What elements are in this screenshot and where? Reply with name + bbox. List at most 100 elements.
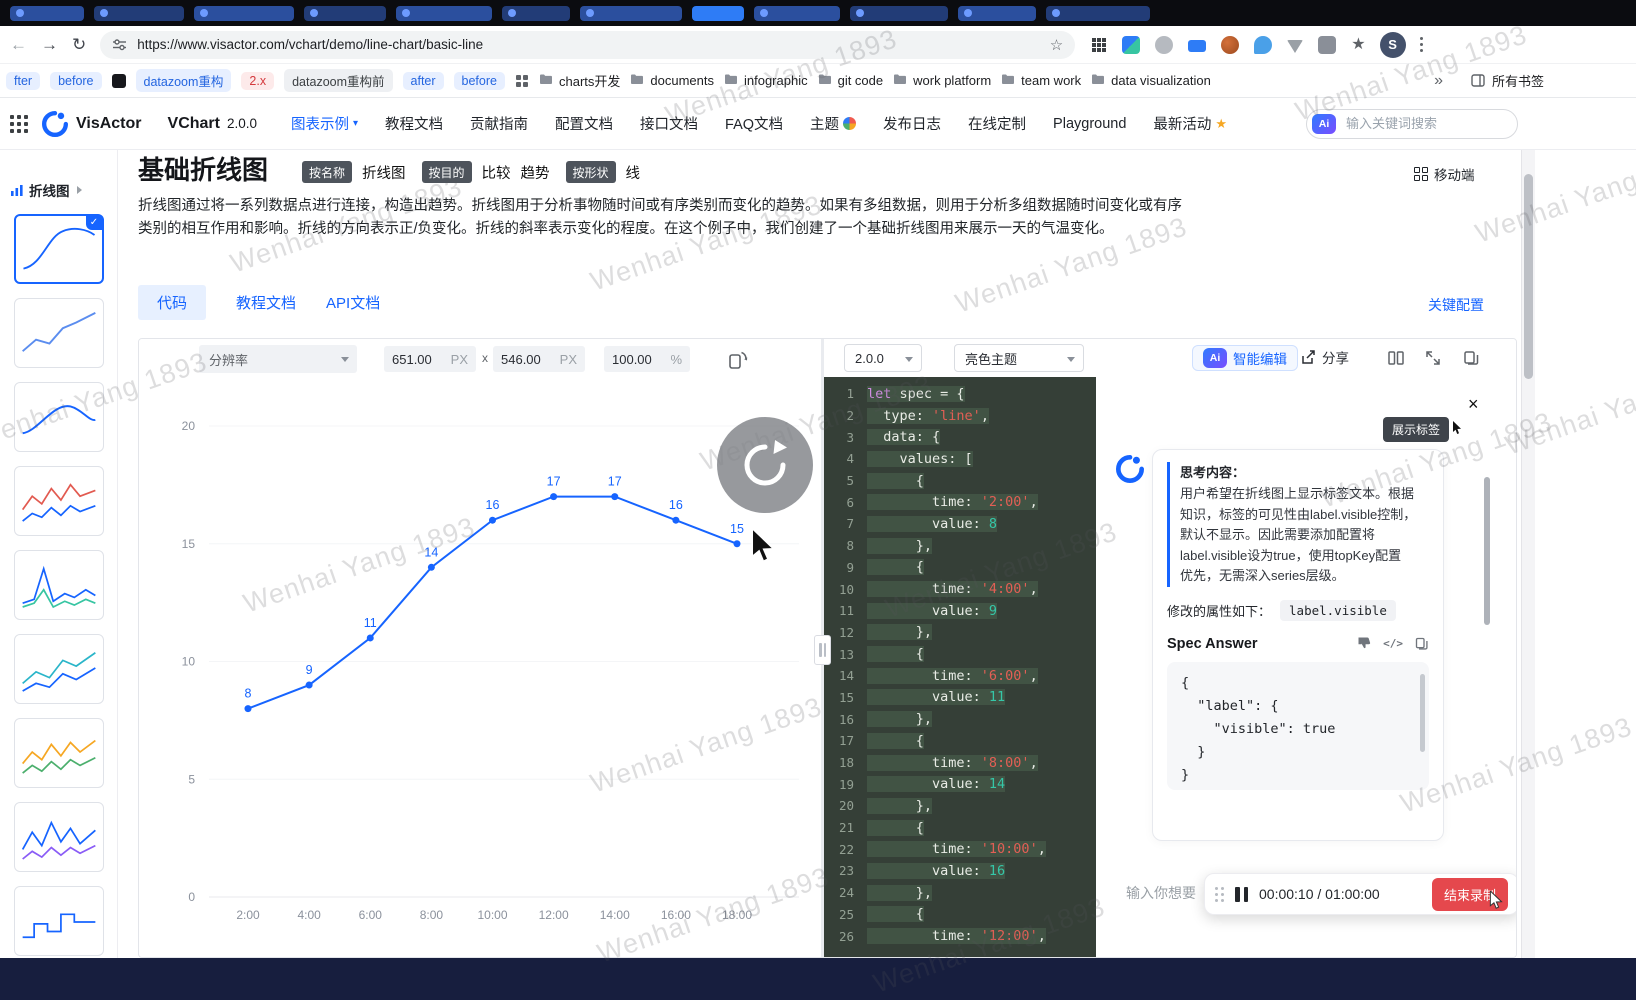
- tag-value[interactable]: 趋势: [521, 162, 550, 183]
- code-line[interactable]: 6 time: '2:00',: [824, 491, 1096, 513]
- code-line[interactable]: 18 time: '8:00',: [824, 752, 1096, 774]
- bookmark-item[interactable]: datazoom重构: [135, 69, 232, 92]
- split-view-icon[interactable]: [1386, 348, 1406, 368]
- code-editor[interactable]: 1 let spec = {2 type: 'line', 3 data: {4 v…: [824, 377, 1096, 957]
- ai-input[interactable]: 输入你想要: [1126, 883, 1196, 903]
- site-search[interactable]: Ai: [1306, 108, 1524, 139]
- tag-value[interactable]: 线: [626, 162, 641, 183]
- zoom-field[interactable]: 100.00 %: [604, 346, 690, 372]
- version-select[interactable]: 2.0.0: [844, 344, 922, 372]
- key-config-link[interactable]: 关键配置: [1428, 295, 1484, 315]
- code-line[interactable]: 4 values: [: [824, 448, 1096, 470]
- bookmark-item[interactable]: 2.x: [241, 71, 275, 90]
- brand[interactable]: VisActor: [42, 110, 142, 137]
- code-line[interactable]: 21 {: [824, 817, 1096, 839]
- extension-icon[interactable]: [1254, 35, 1273, 54]
- code-line[interactable]: 19 value: 14: [824, 773, 1096, 795]
- copy-icon[interactable]: [1414, 636, 1429, 651]
- url-text[interactable]: https://www.visactor.com/vchart/demo/lin…: [137, 37, 1050, 52]
- nav-item-5[interactable]: FAQ文档: [725, 113, 783, 134]
- forward-icon[interactable]: →: [41, 35, 58, 55]
- nav-item-6[interactable]: 主题: [810, 113, 857, 134]
- browser-menu-icon[interactable]: [1419, 36, 1424, 53]
- code-line[interactable]: 20 },: [824, 795, 1096, 817]
- bookmark-item[interactable]: before: [453, 71, 505, 90]
- code-line[interactable]: 14 time: '6:00',: [824, 665, 1096, 687]
- code-line[interactable]: 7 value: 8: [824, 513, 1096, 535]
- answer-code-block[interactable]: { "label": { "visible": true }}: [1167, 661, 1429, 790]
- chart-thumbnail[interactable]: [13, 634, 104, 704]
- modified-property-chip[interactable]: label.visible: [1280, 599, 1396, 621]
- height-field[interactable]: 546.00 PX: [493, 346, 585, 372]
- browser-tab[interactable]: [958, 5, 1036, 21]
- browser-tab[interactable]: [304, 5, 386, 21]
- chart-thumbnail[interactable]: [13, 298, 104, 368]
- bookmark-folder[interactable]: charts开发: [539, 71, 620, 90]
- nav-item-9[interactable]: Playground: [1053, 116, 1126, 132]
- nav-item-4[interactable]: 接口文档: [640, 113, 698, 134]
- extension-grid-icon[interactable]: [1091, 37, 1107, 53]
- reload-overlay-button[interactable]: [717, 417, 813, 513]
- nav-item-7[interactable]: 发布日志: [883, 113, 941, 134]
- code-line[interactable]: 11 value: 9: [824, 600, 1096, 622]
- chart-thumbnail[interactable]: [13, 886, 104, 956]
- ai-edit-button[interactable]: Ai 智能编辑: [1192, 345, 1298, 371]
- extension-icon[interactable]: [1122, 35, 1141, 54]
- browser-tab[interactable]: [1046, 5, 1150, 21]
- nav-item-8[interactable]: 在线定制: [968, 113, 1026, 134]
- scrollbar-thumb[interactable]: [1420, 673, 1425, 752]
- tab-code[interactable]: 代码: [138, 284, 207, 320]
- back-icon[interactable]: ←: [10, 35, 27, 55]
- fullscreen-icon[interactable]: [1423, 348, 1443, 368]
- code-line[interactable]: 23 value: 16: [824, 860, 1096, 882]
- code-line[interactable]: 8 },: [824, 535, 1096, 557]
- chart-thumbnail[interactable]: [13, 718, 104, 788]
- copy-icon[interactable]: [1461, 348, 1481, 368]
- code-line[interactable]: 9 {: [824, 557, 1096, 579]
- grid-icon[interactable]: [515, 74, 529, 88]
- ai-chip[interactable]: 展示标签: [1383, 417, 1450, 442]
- code-line[interactable]: 10 time: '4:00',: [824, 578, 1096, 600]
- browser-tab[interactable]: [10, 5, 84, 21]
- bookmark-item[interactable]: after: [402, 71, 444, 90]
- chart-thumbnail[interactable]: ✓: [13, 214, 104, 284]
- resolution-select[interactable]: 分辨率: [199, 345, 357, 373]
- reload-icon[interactable]: ↻: [72, 35, 86, 55]
- share-button[interactable]: 分享: [1301, 347, 1349, 367]
- sidebar-section-header[interactable]: 折线图: [0, 180, 117, 214]
- bookmark-item[interactable]: before: [50, 71, 102, 90]
- extension-icon[interactable]: [1221, 35, 1240, 54]
- chart-thumbnail[interactable]: [13, 550, 104, 620]
- nav-item-3[interactable]: 配置文档: [555, 113, 613, 134]
- search-input[interactable]: [1344, 115, 1524, 132]
- code-line[interactable]: 1 let spec = {: [824, 383, 1096, 405]
- extension-icon[interactable]: [1155, 35, 1174, 54]
- code-line[interactable]: 26 time: '12:00',: [824, 925, 1096, 947]
- tab-api-doc[interactable]: API文档: [326, 292, 380, 313]
- chart-thumbnail[interactable]: [13, 382, 104, 452]
- theme-select[interactable]: 亮色主题: [954, 344, 1084, 372]
- bookmarks-overflow-icon[interactable]: »: [1434, 72, 1443, 90]
- mobile-view-button[interactable]: 移动端: [1414, 164, 1475, 184]
- code-line[interactable]: 3 data: {: [824, 426, 1096, 448]
- nav-item-10[interactable]: 最新活动 ★: [1153, 113, 1227, 134]
- code-line[interactable]: 16 },: [824, 708, 1096, 730]
- tab-tutorial-doc[interactable]: 教程文档: [236, 292, 296, 313]
- browser-tab[interactable]: [502, 5, 570, 21]
- extension-icon[interactable]: [1287, 39, 1304, 53]
- bookmark-folder[interactable]: documents: [630, 73, 714, 88]
- bookmark-folder[interactable]: infographic: [724, 73, 808, 88]
- tag-value[interactable]: 比较: [482, 162, 511, 183]
- pause-icon[interactable]: [1235, 886, 1248, 902]
- bookmark-item[interactable]: datazoom重构前: [284, 69, 393, 92]
- browser-tab-active[interactable]: [692, 5, 744, 21]
- profile-avatar[interactable]: S: [1379, 31, 1406, 58]
- width-field[interactable]: 651.00 PX: [384, 346, 476, 372]
- ai-scrollbar-thumb[interactable]: [1484, 477, 1490, 625]
- close-icon[interactable]: ×: [1468, 395, 1479, 413]
- code-line[interactable]: 22 time: '10:00',: [824, 838, 1096, 860]
- url-field[interactable]: https://www.visactor.com/vchart/demo/lin…: [100, 30, 1076, 59]
- code-line[interactable]: 15 value: 11: [824, 687, 1096, 709]
- code-line[interactable]: 5 {: [824, 470, 1096, 492]
- browser-tab[interactable]: [850, 5, 948, 21]
